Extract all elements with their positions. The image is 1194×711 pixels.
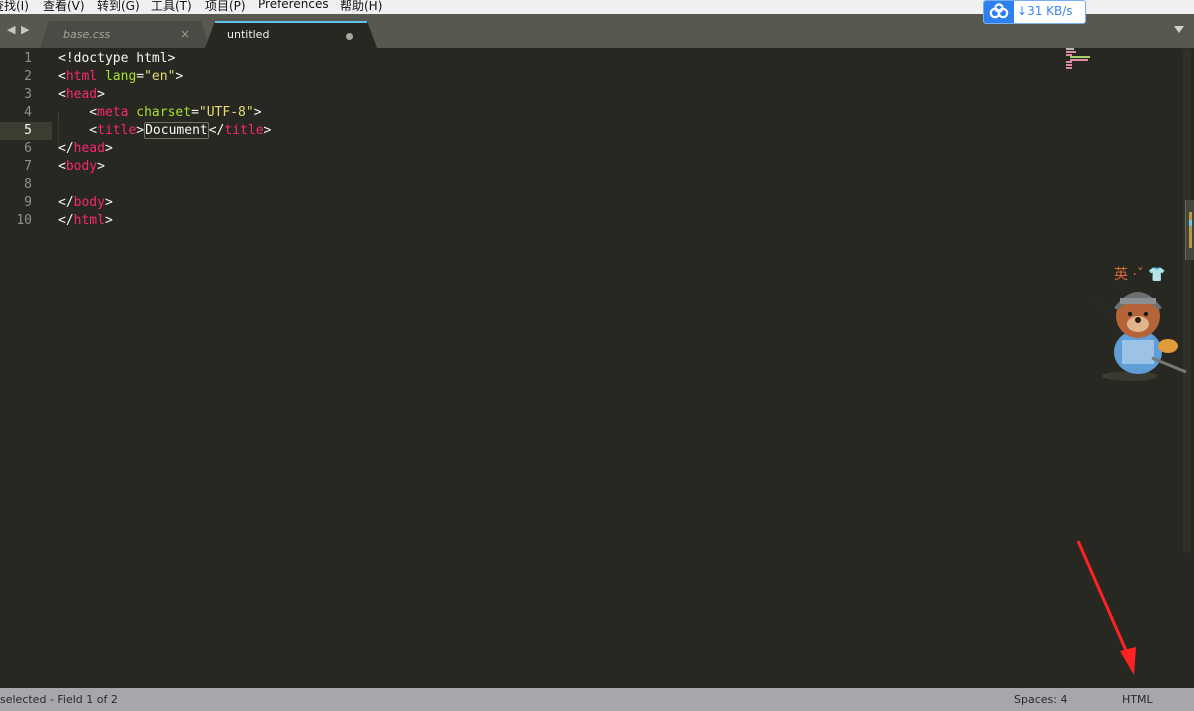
tab-label: untitled (227, 28, 270, 41)
menu-project[interactable]: 项目(P) (205, 0, 246, 14)
tab-untitled[interactable]: untitled (205, 21, 377, 48)
code-line-current[interactable]: 5 <title>Document</title> (0, 122, 1180, 140)
menu-tools[interactable]: 工具(T) (151, 0, 192, 14)
indentation-setting[interactable]: Spaces: 4 (1014, 693, 1067, 706)
menu-help[interactable]: 帮助(H) (340, 0, 382, 14)
line-number: 10 (16, 213, 32, 228)
line-number: 8 (24, 177, 32, 192)
code-line[interactable]: 3 <head> (0, 86, 1180, 104)
download-arrow-icon: ↓ (1017, 4, 1028, 18)
code-line[interactable]: 10 </html> (0, 212, 1180, 230)
tab-next-icon[interactable]: ▶ (21, 23, 29, 36)
code-line[interactable]: 1 <!doctype html> (0, 50, 1180, 68)
speed-value: 31 KB/s (1027, 4, 1073, 18)
close-icon[interactable]: × (180, 27, 190, 41)
tab-list-dropdown-icon[interactable] (1174, 26, 1184, 33)
code-line[interactable]: 4 <meta charset="UTF-8"> (0, 104, 1180, 122)
scrollbar-thumb[interactable] (1185, 200, 1194, 260)
line-number: 3 (24, 87, 32, 102)
unsaved-dot-icon[interactable] (346, 33, 353, 40)
line-content[interactable]: <meta charset="UTF-8"> (58, 104, 261, 122)
line-content[interactable]: <title>Document</title> (58, 122, 271, 140)
line-number: 9 (24, 195, 32, 210)
download-speed-widget[interactable]: ↓31 KB/s (983, 0, 1086, 24)
mascot-caption: 英 ·ˇ 👕 (1114, 266, 1166, 283)
download-speed: ↓31 KB/s (1017, 4, 1073, 18)
line-content[interactable]: </html> (58, 212, 113, 230)
code-editor[interactable]: 1 <!doctype html> 2 <html lang="en"> 3 <… (0, 48, 1194, 688)
code-line[interactable]: 6 </head> (0, 140, 1180, 158)
status-bar: selected - Field 1 of 2 Spaces: 4 HTML (0, 688, 1194, 711)
menu-preferences[interactable]: Preferences (258, 0, 329, 11)
selected-text[interactable]: Document (144, 122, 209, 139)
scroll-grip-icon (1189, 212, 1192, 248)
tab-base-css[interactable]: base.css × (40, 21, 210, 48)
tab-prev-icon[interactable]: ◀ (7, 23, 15, 36)
line-content[interactable]: <html lang="en"> (58, 68, 183, 86)
menu-view[interactable]: 查看(V) (43, 0, 85, 14)
syntax-selector[interactable]: HTML (1122, 693, 1153, 706)
line-number: 4 (24, 105, 32, 120)
line-content[interactable]: </head> (58, 140, 113, 158)
selection-status: selected - Field 1 of 2 (0, 693, 118, 706)
line-content[interactable]: </body> (58, 194, 113, 212)
code-line[interactable]: 8 (0, 176, 1180, 194)
menu-find[interactable]: 查找(I) (0, 0, 29, 14)
line-content[interactable]: <body> (58, 158, 105, 176)
line-number: 2 (24, 69, 32, 84)
tab-label: base.css (63, 28, 111, 41)
line-number: 1 (24, 51, 32, 66)
code-line[interactable]: 9 </body> (0, 194, 1180, 212)
annotation-arrow-icon (1076, 540, 1136, 675)
line-number: 5 (24, 123, 32, 138)
line-number: 6 (24, 141, 32, 156)
menu-goto[interactable]: 转到(G) (97, 0, 140, 14)
baidu-netdisk-icon (984, 1, 1014, 23)
bear-mascot-icon: 英 ·ˇ 👕 (1095, 266, 1187, 381)
code-line[interactable]: 7 <body> (0, 158, 1180, 176)
minimap[interactable] (1064, 47, 1094, 69)
line-number: 7 (24, 159, 32, 174)
desktop-pet-bear[interactable]: 英 ·ˇ 👕 (1086, 262, 1194, 386)
code-line[interactable]: 2 <html lang="en"> (0, 68, 1180, 86)
line-content[interactable]: <!doctype html> (58, 50, 175, 68)
cloud-icon (989, 3, 1009, 19)
line-content[interactable]: <head> (58, 86, 105, 104)
